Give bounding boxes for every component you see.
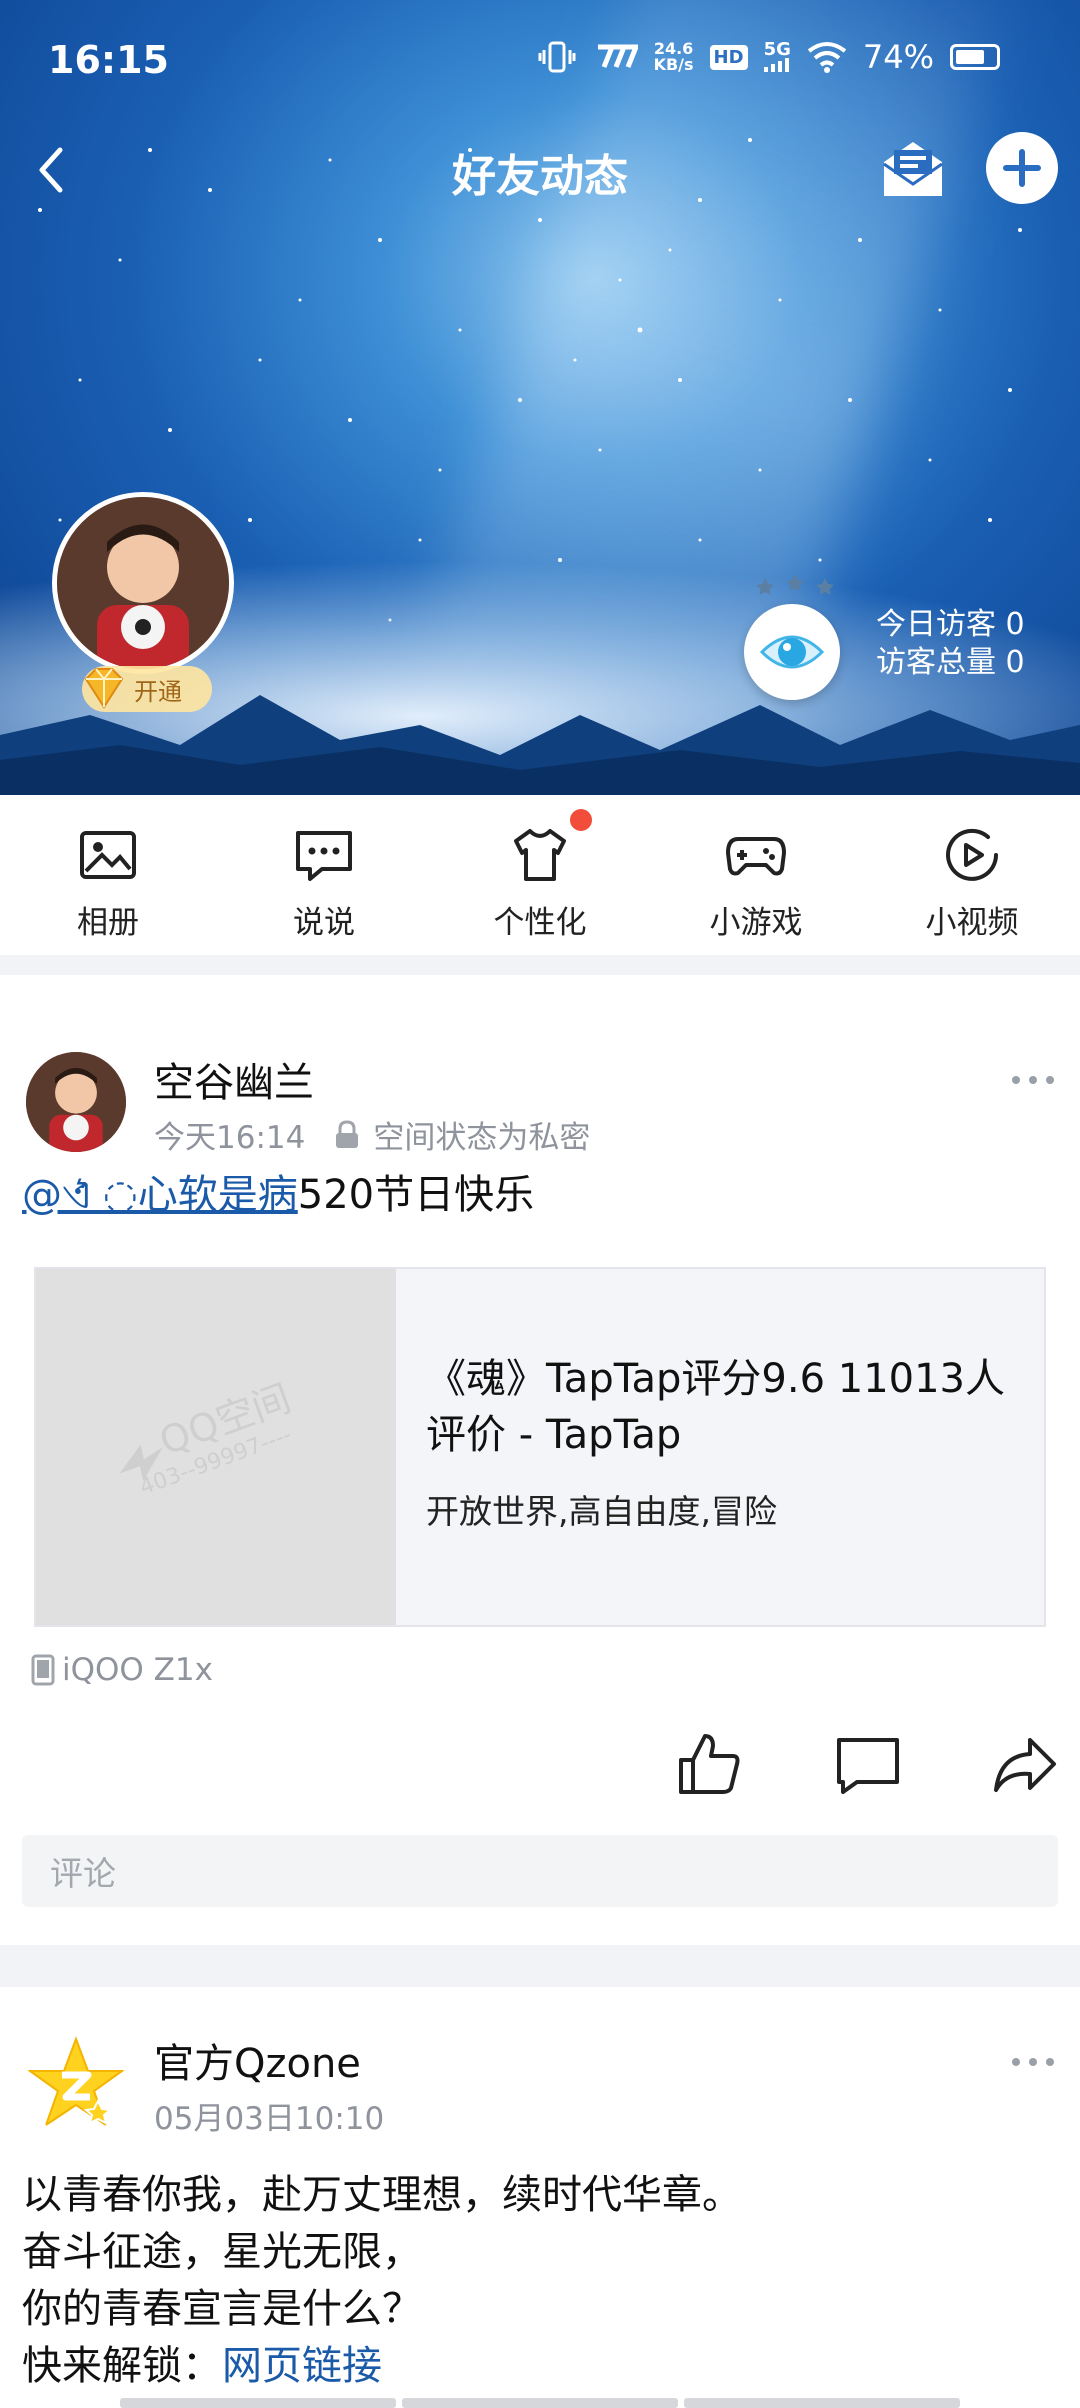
add-post-button[interactable] [986,132,1058,204]
lock-icon [336,1119,359,1148]
post-line: 奋斗征途，星光无限， [22,2229,422,2275]
unlock-prefix: 快来解锁： [22,2343,222,2389]
visitors-total-value: 0 [1005,645,1025,680]
visitors-today-value: 0 [1005,607,1025,642]
nav-bar: 好友动态 [0,120,1080,220]
comment-button[interactable] [833,1730,903,1800]
tool-short-video[interactable]: 小视频 [864,795,1080,955]
diamond-icon [84,668,124,709]
feature-toolbar: 相册 说说 个性化 小游戏 小视频 [0,795,1080,955]
cover-banner[interactable]: 16:15 24.6 KB/s HD 5G 74% 好友动态 开通 今日访客 0… [0,0,1080,795]
hd-icon: HD [709,44,748,70]
tool-label: 个性化 [493,905,587,941]
section-divider [0,955,1080,975]
post-content: @ଏ͛ ◌心软是病520节日快乐 [22,1167,534,1223]
battery-icon [950,44,1000,70]
post-meta: 05月03日10:10 [154,2093,384,2138]
section-divider [0,1945,1080,1987]
link-title: 《魂》TapTap评分9.6 11013人评价 - TapTap [426,1356,1006,1458]
link-description: 开放世界,高自由度,冒险 [426,1492,777,1531]
web-link[interactable]: 网页链接 [222,2343,382,2389]
feed-post: 空谷幽兰 今天16:14 空间状态为私密 @ଏ͛ ◌心软是病520节日快乐 QQ… [0,975,1080,1950]
comment-input[interactable]: 评论 [22,1835,1058,1907]
shared-link-card[interactable]: QQ空间 403--99997---- 《魂》TapTap评分9.6 11013… [34,1267,1046,1627]
post-time: 05月03日10:10 [154,2101,385,2137]
post-line: 快来解锁：网页链接 [22,2338,742,2395]
new-badge-dot [570,809,592,831]
photo-icon [80,831,136,879]
privacy-status: 空间状态为私密 [373,1120,591,1156]
post-author-avatar[interactable] [26,1052,126,1152]
chat-bubble-icon [296,831,352,881]
device-name: iQOO Z1x [62,1652,213,1688]
wifi-icon [807,42,847,73]
scroll-indicator [0,2398,1080,2408]
post-author-name[interactable]: 官方Qzone [154,2031,361,2089]
visitor-stats[interactable]: 今日访客 0 访客总量 0 [876,606,1025,682]
status-time: 16:15 [48,38,169,82]
vip-label: 开通 [134,677,182,706]
messages-button[interactable] [878,134,948,204]
qzone-star-logo-icon [26,2036,126,2128]
visitors-today: 今日访客 0 [876,606,1025,644]
network-type: 5G [763,39,791,60]
tool-games[interactable]: 小游戏 [648,795,864,955]
post-content: 以青春你我，赴万丈理想，续时代华章。 奋斗征途，星光无限， 你的青春宣言是什么？… [22,2167,742,2395]
scroll-segment [684,2398,960,2408]
status-icons: 24.6 KB/s HD 5G 74% [538,38,1000,76]
scroll-segment [120,2398,396,2408]
more-options-button[interactable] [1008,2052,1058,2072]
post-author-name[interactable]: 空谷幽兰 [154,1050,314,1108]
tool-label: 小游戏 [709,905,803,941]
tool-shuoshuo[interactable]: 说说 [216,795,432,955]
post-time: 今天16:14 [154,1120,306,1156]
post-actions [0,1730,1080,1810]
carrier-logo-icon [597,44,638,68]
battery-level [956,50,984,64]
eye-icon [759,635,825,669]
phone-icon [31,1654,55,1686]
vip-open-badge[interactable]: 开通 [82,666,212,712]
visitors-total: 访客总量 0 [876,644,1025,682]
post-meta: 今天16:14 空间状态为私密 [154,1112,590,1157]
scroll-segment [402,2398,678,2408]
battery-percent: 74% [862,38,934,76]
network-speed-unit: KB/s [653,55,694,74]
avatar-photo-icon [57,497,229,669]
post-device: iQOO Z1x [30,1652,213,1688]
avatar-photo-icon [26,1052,126,1152]
link-body: 《魂》TapTap评分9.6 11013人评价 - TapTap 开放世界,高自… [396,1269,1044,1625]
tshirt-icon [514,829,566,881]
post-line: 你的青春宣言是什么？ [22,2286,422,2332]
link-thumbnail: QQ空间 403--99997---- [36,1269,396,1625]
visitors-today-label: 今日访客 [876,607,996,642]
tool-personalize[interactable]: 个性化 [432,795,648,955]
mention-link[interactable]: @ଏ͛ ◌心软是病 [22,1172,298,1218]
network-speed: 24.6 KB/s [654,41,694,73]
visitors-eye-button[interactable] [744,604,840,700]
status-bar: 16:15 24.6 KB/s HD 5G 74% [0,0,1080,120]
plus-icon [1003,149,1041,187]
video-play-icon [946,828,998,881]
post-author-avatar[interactable] [26,2035,126,2135]
signal-bars-icon [764,58,790,72]
visitors-total-label: 访客总量 [876,645,996,680]
tool-label: 小视频 [925,905,1019,941]
vibrate-icon [538,41,576,73]
visitor-stars-decoration [756,574,834,595]
post-text: 520节日快乐 [297,1172,535,1218]
share-button[interactable] [990,1730,1060,1800]
feed-post: 官方Qzone 05月03日10:10 以青春你我，赴万丈理想，续时代华章。 奋… [0,1987,1080,2408]
more-options-button[interactable] [1008,1070,1058,1090]
like-button[interactable] [675,1730,745,1800]
post-line: 以青春你我，赴万丈理想，续时代华章。 [22,2172,742,2218]
gamepad-icon [726,837,786,876]
profile-avatar[interactable] [52,492,234,674]
signal-5g: 5G [763,39,791,72]
tool-album[interactable]: 相册 [0,795,216,955]
tool-label: 相册 [77,905,139,941]
tool-label: 说说 [293,905,355,941]
